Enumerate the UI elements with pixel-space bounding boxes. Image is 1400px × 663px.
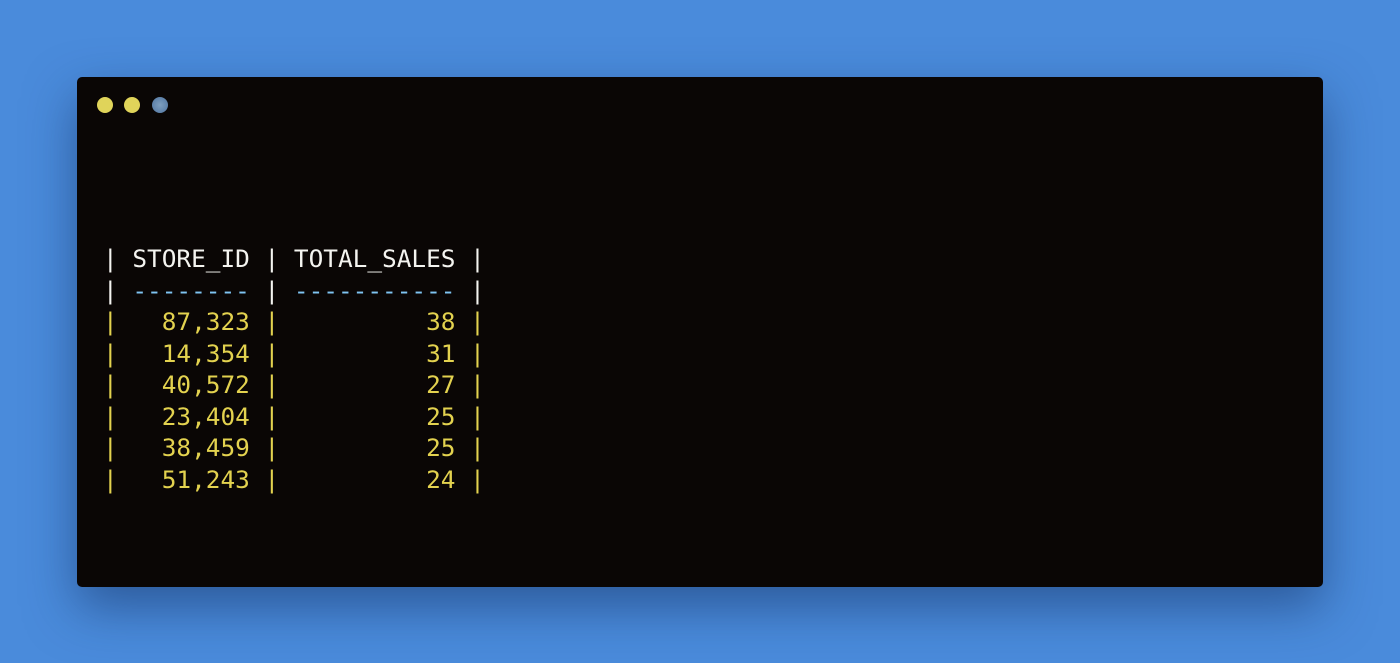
pipe: | (103, 244, 133, 273)
table-row: | 51,243 | 24 | (103, 464, 485, 496)
pipe: | (249, 338, 294, 368)
pad (132, 433, 161, 462)
table-row: | 87,323 | 38 | (103, 306, 485, 338)
store-id-cell: 38,459 (161, 433, 250, 462)
total-sales-cell: 27 (426, 370, 456, 399)
pipe: | (455, 307, 485, 336)
column-header: TOTAL_SALES (293, 244, 456, 273)
table-separator-row: | -------- | ----------- | (103, 275, 485, 307)
total-sales-cell: 31 (426, 338, 456, 368)
table-header-row: | STORE_ID | TOTAL_SALES | (103, 243, 485, 275)
close-button[interactable] (97, 97, 113, 113)
total-sales-cell: 38 (426, 307, 456, 336)
pipe: | (249, 401, 294, 431)
pad (132, 370, 161, 399)
table-row: | 40,572 | 27 | (103, 369, 485, 401)
pad (294, 465, 426, 494)
pipe: | (455, 433, 485, 462)
store-id-cell: 87,323 (161, 307, 250, 336)
table-row: | 23,404 | 25 | (103, 401, 485, 433)
query-result-table: | STORE_ID | TOTAL_SALES | | -------- | -… (103, 243, 485, 495)
pipe: | (103, 401, 133, 431)
pipe: | (455, 338, 485, 368)
pipe: | (455, 401, 485, 431)
pipe: | (249, 244, 294, 273)
pipe: | (103, 370, 133, 399)
pipe: | (103, 338, 133, 368)
pipe: | (249, 370, 294, 399)
store-id-cell: 23,404 (161, 401, 250, 431)
pipe: | (455, 370, 485, 399)
pipe: | (103, 275, 133, 305)
store-id-cell: 14,354 (161, 338, 250, 368)
pad (294, 402, 426, 431)
total-sales-cell: 25 (426, 401, 456, 431)
total-sales-cell: 24 (426, 464, 456, 494)
minimize-button[interactable] (124, 97, 140, 113)
pad (132, 307, 161, 336)
pad (294, 307, 426, 336)
pipe: | (455, 464, 485, 494)
pipe: | (455, 275, 485, 305)
pad (294, 433, 426, 462)
total-sales-cell: 25 (426, 433, 456, 462)
pad (132, 339, 161, 368)
store-id-cell: 40,572 (161, 370, 250, 399)
pipe: | (249, 433, 294, 462)
separator-dashes: ----------- (293, 275, 456, 305)
pipe: | (455, 244, 485, 273)
pipe: | (103, 464, 133, 494)
separator-dashes: -------- (132, 275, 250, 305)
column-header: STORE_ID (132, 244, 250, 273)
pad (294, 370, 426, 399)
pad (132, 465, 161, 494)
pipe: | (103, 307, 133, 336)
pipe: | (103, 433, 133, 462)
store-id-cell: 51,243 (161, 464, 250, 494)
pad (294, 339, 426, 368)
pipe: | (249, 275, 294, 305)
pipe: | (249, 307, 294, 336)
table-row: | 14,354 | 31 | (103, 338, 485, 370)
pad (132, 402, 161, 431)
table-row: | 38,459 | 25 | (103, 432, 485, 464)
maximize-button[interactable] (152, 97, 168, 113)
pipe: | (249, 464, 294, 494)
